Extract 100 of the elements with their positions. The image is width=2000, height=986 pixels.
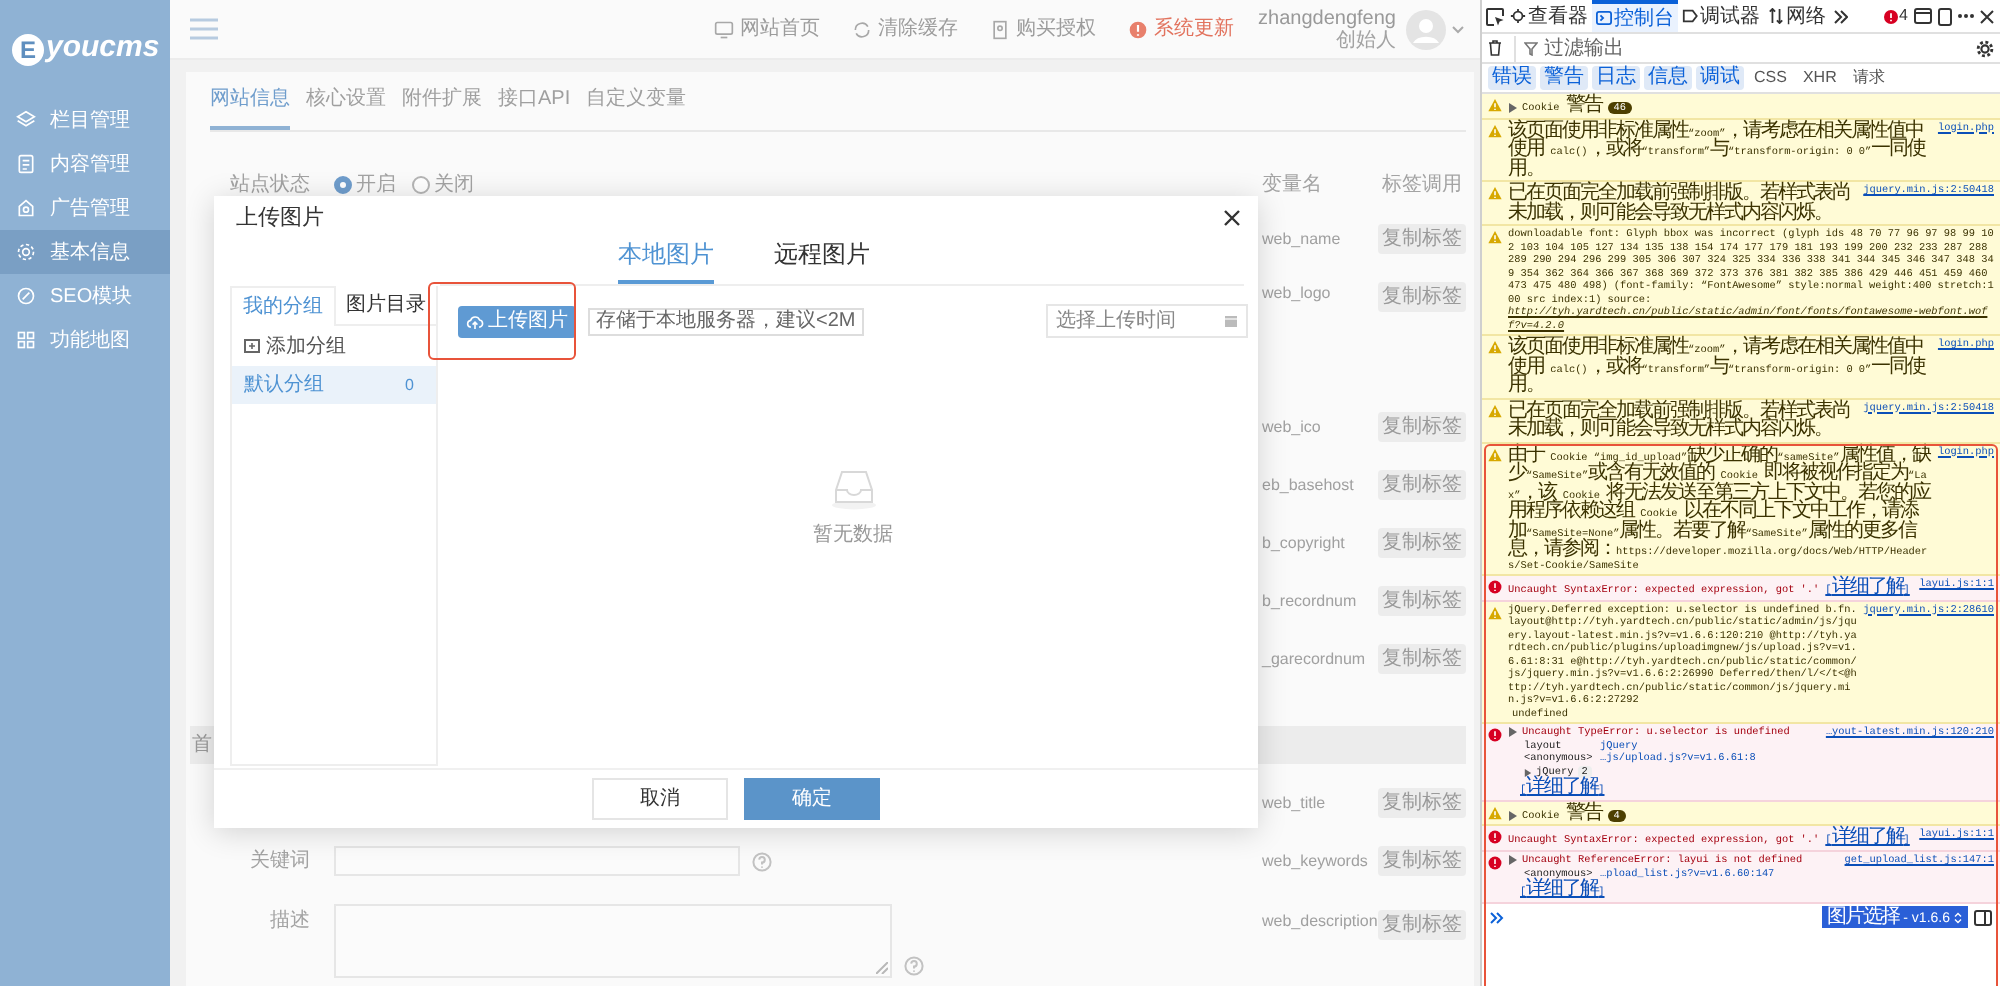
filter-button[interactable]: CSS — [1748, 66, 1793, 90]
tab[interactable]: 自定义变量 — [586, 84, 687, 130]
devtools-tab[interactable]: 控制台 — [1592, 0, 1678, 32]
message-text: 已在页面完全加载前强制排版。若样式表尚未加载，则可能会导致无样式内容闪烁。 — [1508, 184, 1850, 225]
copy-tag-button[interactable]: 复制标签 — [1378, 470, 1466, 500]
sidebar-toggle-icon[interactable] — [1974, 909, 1992, 926]
filter-button[interactable]: 信息 — [1644, 66, 1692, 90]
tab[interactable]: 图片目录 — [335, 286, 436, 326]
variable-name: web_name — [1262, 227, 1343, 251]
date-field[interactable]: 选择上传时间 — [1046, 304, 1248, 338]
radio-label[interactable]: 关闭 — [434, 170, 474, 200]
header-link[interactable]: 网站首页 — [714, 14, 821, 44]
group-item[interactable]: 默认分组 0 — [232, 366, 436, 404]
calendar-icon — [1224, 314, 1238, 328]
copy-tag-button[interactable]: 复制标签 — [1378, 224, 1466, 254]
filter-button[interactable]: 请求 — [1846, 66, 1891, 90]
group-name: 默认分组 — [244, 372, 324, 400]
expand-caret-icon[interactable] — [1508, 853, 1518, 866]
header-link[interactable]: 系统更新 — [1128, 14, 1235, 44]
error-icon — [1488, 580, 1502, 594]
tab[interactable]: 核心设置 — [306, 84, 386, 130]
element-picker-icon[interactable] — [1486, 7, 1504, 25]
variable-name: web_description — [1262, 910, 1378, 934]
copy-tag-button[interactable]: 复制标签 — [1378, 412, 1466, 442]
grid-icon — [16, 330, 36, 350]
prompt-icon — [1490, 911, 1504, 924]
resize-handle-icon — [876, 962, 888, 974]
error-icon — [1488, 728, 1502, 742]
expand-caret-icon[interactable] — [1524, 767, 1532, 778]
expand-caret-icon[interactable] — [1508, 101, 1518, 114]
responsive-icon[interactable] — [1938, 7, 1952, 25]
input-field[interactable] — [334, 846, 740, 876]
filter-button[interactable]: 警告 — [1540, 66, 1588, 90]
group-count: 0 — [405, 373, 414, 397]
devtools-tab[interactable]: 调试器 — [1678, 0, 1764, 32]
tab[interactable]: 接口API — [498, 84, 571, 130]
document-icon — [990, 19, 1011, 39]
radio-button[interactable] — [334, 176, 352, 194]
cancel-button[interactable]: 取消 — [592, 778, 728, 820]
filter-button[interactable]: 日志 — [1592, 66, 1640, 90]
error-icon — [1883, 9, 1898, 23]
radio-button[interactable] — [412, 176, 430, 194]
tab[interactable]: 本地图片 — [618, 236, 714, 284]
close-icon[interactable] — [1224, 210, 1240, 226]
devtools-tab[interactable]: 网络 — [1764, 0, 1830, 32]
section-title: 首 — [192, 732, 212, 760]
filter-field[interactable]: 过滤输出 — [1544, 33, 1964, 63]
header-link[interactable]: 购买授权 — [990, 14, 1097, 44]
user-name: zhangdengfeng — [1258, 7, 1396, 29]
copy-tag-button[interactable]: 复制标签 — [1378, 910, 1466, 940]
variable-name: b_copyright — [1262, 531, 1347, 555]
cloud-upload-icon — [466, 313, 484, 329]
field-label: 站点状态 — [228, 171, 310, 200]
add-group-button[interactable]: 添加分组 — [232, 326, 436, 366]
monitor-icon — [714, 19, 735, 39]
copy-tag-button[interactable]: 复制标签 — [1378, 586, 1466, 616]
warning-icon — [1488, 605, 1502, 619]
variable-name: b_recordnum — [1262, 589, 1359, 613]
variable-name: web_keywords — [1262, 849, 1370, 873]
error-icon — [1488, 830, 1502, 845]
tab[interactable]: 附件扩展 — [402, 84, 482, 130]
copy-tag-button[interactable]: 复制标签 — [1378, 644, 1466, 674]
tab[interactable]: 远程图片 — [774, 236, 870, 284]
gear-icon — [16, 242, 36, 262]
confirm-button[interactable]: 确定 — [744, 778, 880, 820]
filter-button[interactable]: 错误 — [1488, 66, 1536, 90]
circle-slash-icon — [16, 286, 36, 306]
filter-button[interactable]: 调试 — [1696, 66, 1744, 90]
copy-tag-button[interactable]: 复制标签 — [1378, 528, 1466, 558]
empty-state-text: 暂无数据 — [813, 521, 893, 550]
devtools-tab[interactable]: 查看器 — [1506, 0, 1592, 32]
dialog-title: 上传图片 — [236, 203, 324, 234]
upload-button[interactable]: 上传图片 — [458, 305, 576, 337]
copy-tag-button[interactable]: 复制标签 — [1378, 788, 1466, 818]
user-role: 创始人 — [1336, 29, 1396, 51]
copy-tag-button[interactable]: 复制标签 — [1378, 282, 1466, 312]
dock-icon[interactable] — [1914, 8, 1932, 24]
tab[interactable]: 我的分组 — [232, 286, 335, 326]
header-link[interactable]: 清除缓存 — [852, 14, 959, 44]
warning-icon — [1488, 447, 1502, 461]
tab[interactable]: 网站信息 — [210, 84, 290, 130]
sidebar-item[interactable]: 基本信息 — [0, 230, 170, 274]
copy-tag-button[interactable]: 复制标签 — [1378, 846, 1466, 876]
filter-button[interactable]: XHR — [1796, 66, 1843, 90]
error-count: 4 — [1899, 4, 1908, 28]
variable-name: eb_basehost — [1262, 473, 1356, 497]
close-icon[interactable] — [1980, 9, 1994, 23]
house-icon — [16, 198, 36, 218]
chevron-double-icon[interactable] — [1834, 9, 1848, 23]
radio-label[interactable]: 开启 — [356, 170, 396, 200]
layers-icon — [16, 110, 36, 130]
variable-name: web_title — [1262, 791, 1328, 815]
warning-icon — [1488, 403, 1502, 417]
variable-name: web_ico — [1262, 415, 1323, 439]
warning-icon — [1488, 340, 1502, 354]
settings-icon[interactable] — [1976, 39, 1994, 57]
trash-icon[interactable] — [1488, 40, 1502, 56]
expand-caret-icon[interactable] — [1508, 809, 1518, 821]
empty-tray-icon — [829, 466, 877, 510]
expand-caret-icon[interactable] — [1508, 726, 1518, 738]
